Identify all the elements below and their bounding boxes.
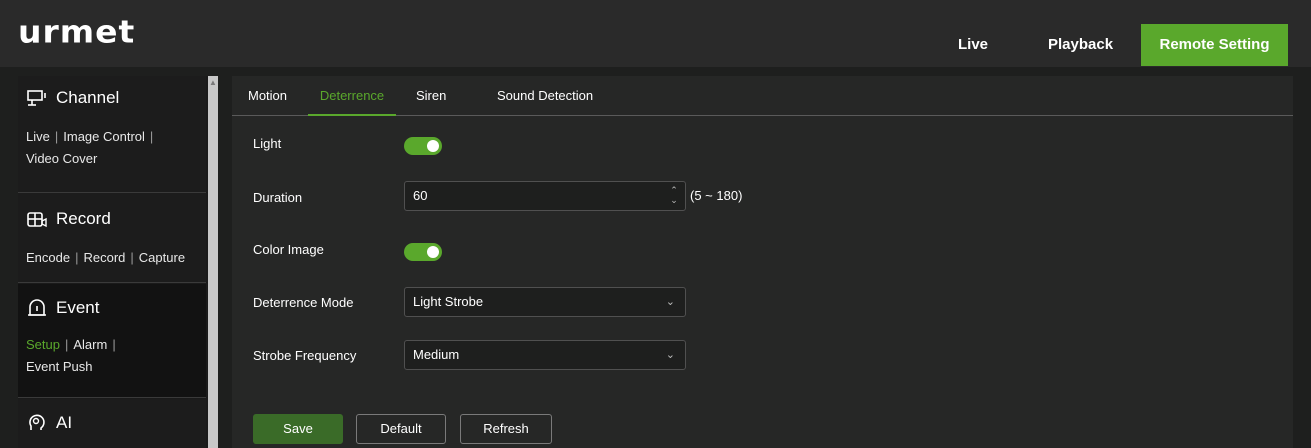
sidebar-section-event: Event Setup | Alarm | Event Push [18,284,206,398]
tab-bar: Motion Deterrence Siren Sound Detection [232,76,1293,116]
duration-value: 60 [413,188,428,203]
scroll-up-arrow-icon[interactable]: ▲ [208,78,218,88]
duration-input[interactable]: 60 ⌃ ⌄ [404,181,686,211]
save-button[interactable]: Save [253,414,343,444]
sidebar-link-alarm[interactable]: Alarm [73,337,107,352]
sidebar-link-video-cover[interactable]: Video Cover [26,151,97,166]
nav-playback[interactable]: Playback [1048,24,1113,66]
duration-label: Duration [253,190,303,205]
alarm-icon [28,299,46,316]
chevron-down-icon: ⌄ [665,349,675,361]
sidebar-link-setup[interactable]: Setup [26,337,60,352]
toggle-knob [427,246,439,258]
sidebar-header-record[interactable]: Record [26,207,111,231]
channel-links: Live | Image Control | Video Cover [26,129,154,166]
refresh-button[interactable]: Refresh [460,414,552,444]
sidebar-header-event[interactable]: Event [26,296,99,320]
deterrence-mode-label: Deterrence Mode [253,295,354,310]
record-icon [27,212,47,228]
tab-sound-detection[interactable]: Sound Detection [497,76,593,116]
monitor-icon [27,90,46,106]
sidebar-section-channel: Channel Live | Image Control | Video Cover [18,76,206,193]
sidebar-title-record: Record [56,209,111,228]
light-label: Light [253,136,282,151]
event-links: Setup | Alarm | Event Push [26,337,116,374]
left-pane: Channel Live | Image Control | Video Cover … [18,76,218,448]
ai-head-icon [29,414,45,430]
sidebar-section-ai: AI [18,399,206,448]
sidebar-title-event: Event [56,298,100,317]
spinner-arrows-icon[interactable]: ⌃ ⌄ [669,185,679,205]
strobe-frequency-value: Medium [413,347,460,362]
light-toggle[interactable] [404,137,442,155]
sidebar-link-event-push[interactable]: Event Push [26,359,93,374]
deterrence-mode-select[interactable]: Light Strobe ⌄ [404,287,686,317]
top-bar: urmet Live Playback Remote Setting [0,0,1311,67]
color-image-label: Color Image [253,242,324,257]
nav-live[interactable]: Live [958,24,988,66]
strobe-frequency-select[interactable]: Medium ⌄ [404,340,686,370]
tab-siren[interactable]: Siren [416,76,446,116]
deterrence-mode-value: Light Strobe [413,294,484,309]
sidebar-header-channel[interactable]: Channel [26,86,119,110]
sidebar-header-ai[interactable]: AI [26,411,72,435]
chevron-down-icon: ⌄ [665,296,675,308]
tab-motion[interactable]: Motion [248,76,287,116]
sidebar-section-record: Record Encode | Record | Capture [18,193,206,283]
tab-deterrence[interactable]: Deterrence [308,76,396,116]
urmet-logo: urmet [18,12,136,51]
sidebar-link-encode[interactable]: Encode [26,250,70,265]
nav-remote-setting[interactable]: Remote Setting [1141,24,1288,66]
sidebar: Channel Live | Image Control | Video Cover … [18,76,206,448]
strobe-frequency-label: Strobe Frequency [253,348,357,363]
settings-panel: Motion Deterrence Siren Sound Detection … [232,76,1293,448]
sidebar-title-channel: Channel [56,88,120,107]
duration-range: (5 ~ 180) [690,188,743,203]
sidebar-link-record[interactable]: Record [83,250,125,265]
default-button[interactable]: Default [356,414,446,444]
sidebar-scrollbar[interactable]: ▲ [208,76,218,448]
toggle-knob [427,140,439,152]
color-image-toggle[interactable] [404,243,442,261]
sidebar-title-ai: AI [56,413,73,432]
sidebar-link-image-control[interactable]: Image Control [63,129,145,144]
record-links: Encode | Record | Capture [26,250,186,265]
sidebar-link-capture[interactable]: Capture [139,250,185,265]
sidebar-link-live[interactable]: Live [26,129,50,144]
